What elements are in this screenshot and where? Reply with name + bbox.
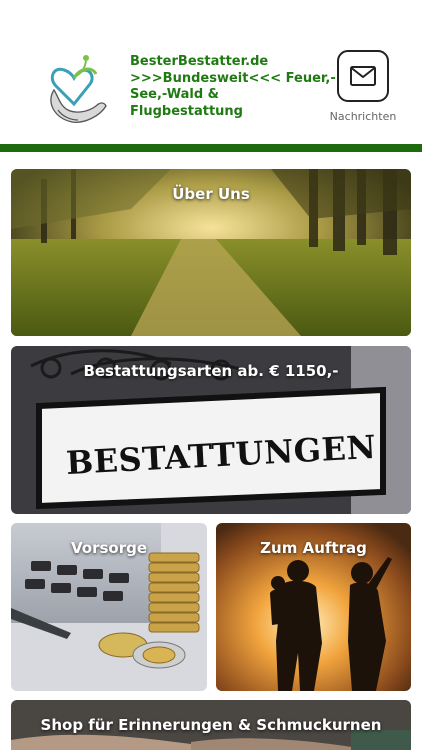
tile-label: Zum Auftrag: [260, 539, 367, 557]
messages-label[interactable]: Nachrichten: [322, 110, 404, 123]
app-title: BesterBestatter.de >>>Bundesweit<<< Feue…: [130, 54, 336, 120]
tile-bestattungsarten[interactable]: Bestattungsarten ab. € 1150,- BESTATTUNG…: [11, 346, 411, 514]
tile-vorsorge[interactable]: Vorsorge: [11, 523, 207, 691]
tile-ueber-uns[interactable]: Über Uns: [11, 169, 411, 336]
title-line-4: Flugbestattung: [130, 103, 243, 119]
tile-label: Vorsorge: [70, 539, 148, 557]
envelope-icon: [350, 66, 376, 86]
tile-label: Shop für Erinnerungen & Schmuckurnen: [40, 716, 382, 734]
messages-button[interactable]: [337, 50, 389, 102]
logo-heart-hands-icon: [44, 50, 110, 126]
tile-label: Bestattungsarten ab. € 1150,-: [83, 362, 339, 380]
title-line-2: >>>Bundesweit<<< Feuer,-: [130, 70, 336, 86]
tile-label: Über Uns: [172, 185, 250, 203]
header-divider: [0, 144, 422, 152]
tile-zum-auftrag[interactable]: Zum Auftrag: [216, 523, 411, 691]
title-line-1: BesterBestatter.de: [130, 54, 269, 69]
app-header: BesterBestatter.de >>>Bundesweit<<< Feue…: [0, 0, 422, 144]
tile-shop[interactable]: Shop für Erinnerungen & Schmuckurnen: [11, 700, 411, 750]
title-line-3: See,-Wald &: [130, 87, 220, 102]
